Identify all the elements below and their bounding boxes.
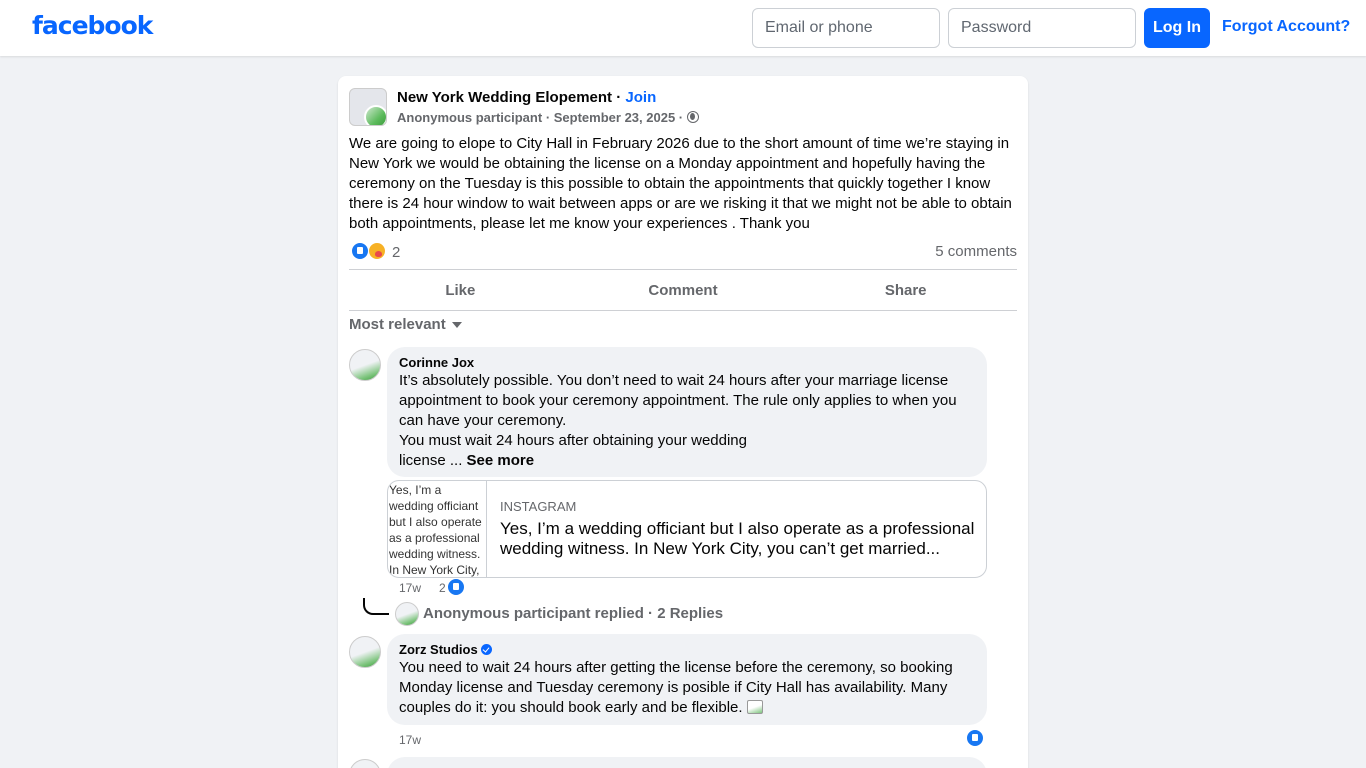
comment-button[interactable]: Comment (572, 270, 795, 310)
post-body: We are going to elope to City Hall in Fe… (349, 135, 1012, 232)
care-reaction-icon (368, 242, 386, 260)
commenter-avatar[interactable] (349, 759, 381, 768)
forgot-account-link[interactable]: Forgot Account? (1222, 18, 1350, 36)
separator-dot: · (616, 89, 626, 106)
link-title: Yes, I’m a wedding officiant but I also … (500, 519, 975, 558)
top-navigation-bar: facebook Log In Forgot Account? (0, 0, 1366, 56)
login-button[interactable]: Log In (1144, 8, 1210, 48)
comment-bubble: Corinne Jox It’s absolutely possible. Yo… (387, 347, 987, 477)
comment-sort-dropdown[interactable]: Most relevant (349, 316, 462, 333)
like-reaction-icon (351, 242, 369, 260)
separator-dot: · (545, 110, 554, 125)
post-actions-bar: Like Comment Share (349, 269, 1017, 311)
comment-bubble (387, 757, 987, 768)
like-button[interactable]: Like (349, 270, 572, 310)
comments-count[interactable]: 5 comments (935, 243, 1017, 260)
comment-author[interactable]: Zorz Studios (399, 642, 478, 657)
chevron-down-icon (451, 322, 462, 328)
group-avatar[interactable] (349, 88, 387, 126)
post-header: New York Wedding Elopement · Join (397, 89, 656, 106)
sort-label: Most relevant (349, 316, 446, 333)
comment-age[interactable]: 17w (399, 581, 421, 595)
commenter-avatar[interactable] (349, 349, 381, 381)
share-button[interactable]: Share (794, 270, 1017, 310)
join-link[interactable]: Join (625, 89, 656, 106)
comment-bubble: Zorz Studios You need to wait 24 hours a… (387, 634, 987, 725)
author-avatar (364, 105, 386, 125)
comment-paragraph-2: You must wait 24 hours after obtaining y… (399, 431, 759, 471)
comment-text: It’s absolutely possible. You don’t need… (399, 371, 975, 471)
like-reaction-icon[interactable] (447, 578, 465, 596)
comment-text: You need to wait 24 hours after getting … (399, 658, 975, 718)
post-card: New York Wedding Elopement · Join Anonym… (338, 76, 1028, 768)
comment-paragraph-text: You must wait 24 hours after obtaining y… (399, 432, 747, 469)
post-meta: Anonymous participant · September 23, 20… (397, 110, 699, 125)
view-replies-link[interactable]: Anonymous participant replied · 2 Replie… (423, 605, 723, 622)
reply-thread-line (363, 598, 389, 615)
comment-author[interactable]: Corinne Jox (399, 355, 975, 371)
reply-avatar (395, 602, 419, 626)
post-author: Anonymous participant (397, 110, 543, 125)
reaction-count: 2 (392, 244, 401, 261)
post-date[interactable]: September 23, 2025 (554, 110, 675, 125)
comment-author-row: Zorz Studios (399, 642, 975, 658)
email-field[interactable] (752, 8, 940, 48)
comment-age[interactable]: 17w (399, 733, 421, 747)
separator-dot: · (678, 110, 687, 125)
see-more-link[interactable]: See more (467, 452, 535, 469)
like-reaction-icon[interactable] (966, 729, 984, 747)
commenter-avatar[interactable] (349, 636, 381, 668)
image-icon (746, 700, 763, 714)
facebook-logo[interactable]: facebook (32, 11, 153, 40)
password-field[interactable] (948, 8, 1136, 48)
globe-icon (686, 111, 699, 123)
verified-badge-icon (480, 644, 492, 655)
comment-text-content: You need to wait 24 hours after getting … (399, 659, 953, 716)
link-preview-card[interactable]: Yes, I’m a wedding officiant but I also … (387, 480, 987, 578)
link-source: INSTAGRAM (500, 499, 577, 514)
link-thumbnail: Yes, I’m a wedding officiant but I also … (388, 481, 487, 577)
comment-paragraph: It’s absolutely possible. You don’t need… (399, 372, 957, 429)
group-name-link[interactable]: New York Wedding Elopement (397, 89, 612, 106)
comment-like-count: 2 (439, 581, 446, 595)
